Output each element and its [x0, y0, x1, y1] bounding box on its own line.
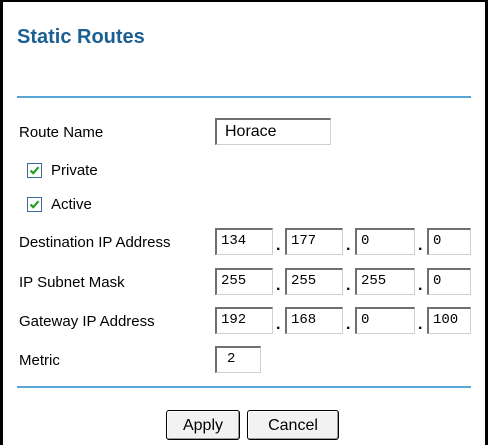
active-checkbox[interactable]: [27, 197, 42, 212]
apply-button[interactable]: Apply: [166, 410, 240, 440]
ip-dot: .: [276, 316, 281, 333]
ip-dot: .: [346, 237, 351, 254]
subnet-mask-octet-3[interactable]: 255: [355, 268, 415, 295]
subnet-mask-octet-4[interactable]: 0: [427, 268, 471, 295]
ip-dot: .: [418, 316, 423, 333]
subnet-mask-label: IP Subnet Mask: [19, 274, 125, 291]
gateway-ip-octet-1[interactable]: 192: [215, 307, 273, 334]
checkmark-icon: [29, 166, 40, 175]
destination-ip-octet-2[interactable]: 177: [285, 228, 343, 255]
ip-dot: .: [276, 277, 281, 294]
destination-ip-octet-3[interactable]: 0: [355, 228, 415, 255]
ip-dot: .: [418, 237, 423, 254]
destination-ip-octet-1[interactable]: 134: [215, 228, 273, 255]
gateway-ip-octet-4[interactable]: 100: [427, 307, 471, 334]
ip-dot: .: [418, 277, 423, 294]
ip-dot: .: [346, 277, 351, 294]
metric-label: Metric: [19, 352, 60, 369]
destination-ip-octet-4[interactable]: 0: [427, 228, 471, 255]
private-label: Private: [51, 162, 98, 179]
gateway-ip-octet-3[interactable]: 0: [355, 307, 415, 334]
ip-dot: .: [276, 237, 281, 254]
route-name-label: Route Name: [19, 124, 104, 141]
checkmark-icon: [29, 200, 40, 209]
page-title: Static Routes: [17, 26, 145, 48]
ip-dot: .: [346, 316, 351, 333]
header-divider: [17, 96, 471, 98]
subnet-mask-octet-2[interactable]: 255: [285, 268, 343, 295]
metric-input[interactable]: 2: [215, 346, 261, 373]
static-routes-panel: Static Routes Route Name Horace Private …: [0, 0, 488, 445]
gateway-ip-octet-2[interactable]: 168: [285, 307, 343, 334]
active-label: Active: [51, 196, 92, 213]
subnet-mask-octet-1[interactable]: 255: [215, 268, 273, 295]
private-checkbox[interactable]: [27, 163, 42, 178]
gateway-ip-label: Gateway IP Address: [19, 313, 155, 330]
footer-divider: [17, 386, 471, 388]
cancel-button[interactable]: Cancel: [247, 410, 339, 440]
destination-ip-label: Destination IP Address: [19, 234, 171, 251]
route-name-input[interactable]: Horace: [215, 118, 331, 145]
